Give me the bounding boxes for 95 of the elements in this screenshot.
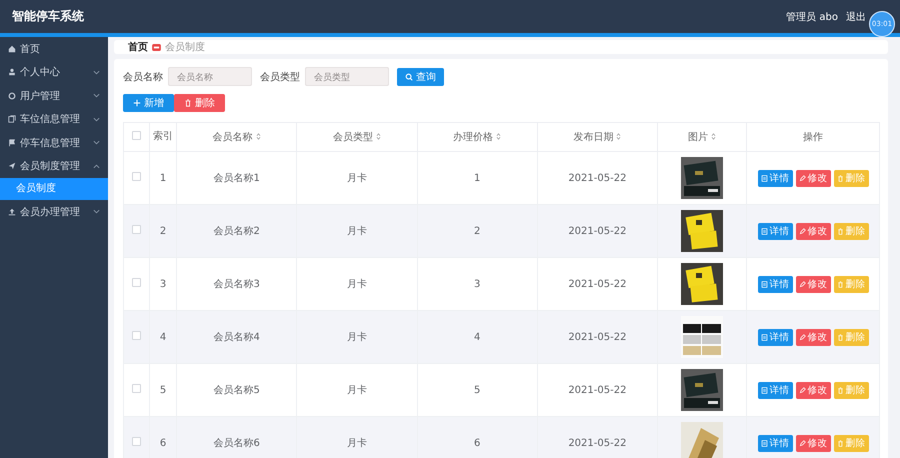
table-cell: 2021-05-22 [537, 310, 658, 364]
pencil-icon [798, 334, 806, 340]
sort-icon [711, 133, 716, 140]
document-icon [760, 228, 768, 234]
column-header[interactable]: 办理价格 [417, 122, 538, 152]
table-cell: 月卡 [296, 416, 417, 458]
sidebar-item[interactable]: 车位信息管理 [0, 108, 108, 131]
detail-button[interactable]: 详情 [758, 382, 792, 398]
table-cell: 月卡 [296, 310, 417, 364]
pencil-icon [798, 280, 806, 288]
edit-button[interactable]: 修改 [796, 328, 830, 346]
edit-button[interactable]: 修改 [796, 170, 830, 186]
separator-icon [152, 44, 161, 50]
column-header[interactable]: 发布日期 [537, 122, 658, 152]
sidebar-item[interactable]: 用户管理 [0, 84, 108, 108]
delete-button[interactable]: 删除 [174, 94, 225, 112]
table-cell: 会员名称6 [176, 416, 297, 458]
table-cell: 2021-05-22 [537, 204, 658, 258]
edit-button[interactable]: 修改 [796, 222, 830, 240]
trash-icon [836, 174, 844, 182]
search-field[interactable]: 会员类型 [305, 67, 389, 86]
send-icon [8, 162, 16, 170]
search-field[interactable]: 会员名称 [168, 67, 252, 86]
pencil-icon [798, 228, 806, 234]
plus-icon [133, 99, 141, 107]
copy-icon [8, 115, 16, 124]
row-checkbox[interactable] [132, 278, 141, 287]
pencil-icon [798, 386, 806, 394]
sidebar-item[interactable]: 首页 [0, 37, 108, 60]
row-checkbox[interactable] [132, 331, 141, 340]
edit-button[interactable]: 修改 [796, 276, 830, 292]
search-button[interactable]: 查询 [397, 68, 444, 86]
logout-link[interactable]: 退出 [846, 10, 866, 24]
table-cell: 2 [417, 204, 538, 258]
row-checkbox[interactable] [132, 172, 141, 181]
detail-button[interactable]: 详情 [758, 170, 792, 186]
document-icon [760, 334, 768, 340]
table-cell: 2021-05-22 [537, 416, 658, 458]
detail-button[interactable]: 详情 [758, 328, 792, 346]
gear-icon [8, 92, 16, 100]
detail-button[interactable]: 详情 [758, 434, 792, 452]
flag-icon [8, 138, 16, 147]
trash-icon [836, 228, 844, 234]
person-icon [8, 68, 16, 76]
table-cell: 会员名称2 [176, 204, 297, 258]
document-icon [760, 440, 768, 446]
user-name: 管理员 abo [786, 10, 838, 24]
sidebar-item[interactable]: 停车信息管理 [0, 131, 108, 154]
column-header[interactable]: 会员名称 [176, 122, 297, 152]
trash-icon [836, 386, 844, 394]
sort-icon [376, 133, 381, 140]
pencil-icon [798, 440, 806, 446]
column-header[interactable]: 图片 [658, 122, 746, 152]
breadcrumb-link[interactable]: 会员制度 [165, 40, 205, 54]
column-header: 操作 [746, 122, 880, 152]
sort-icon [256, 133, 261, 140]
add-button[interactable]: 新增 [123, 94, 174, 112]
sidebar-item[interactable]: 会员制度管理 [0, 154, 108, 178]
trash-icon [184, 99, 192, 107]
breadcrumb-link[interactable]: 首页 [128, 40, 148, 54]
sort-icon [616, 133, 622, 140]
document-icon [760, 280, 768, 288]
row-checkbox[interactable] [132, 225, 141, 234]
table-cell: 6 [417, 416, 538, 458]
sidebar-item[interactable]: 会员办理管理 [0, 200, 108, 224]
edit-button[interactable]: 修改 [796, 434, 830, 452]
trash-icon [836, 334, 844, 340]
app-title: 智能停车系统 [12, 8, 85, 25]
sidebar-item[interactable]: 个人中心 [0, 60, 108, 84]
document-icon [760, 174, 768, 182]
search-icon [405, 72, 413, 80]
edit-button[interactable]: 修改 [796, 382, 830, 398]
row-checkbox[interactable] [132, 384, 141, 393]
sort-icon [496, 133, 502, 140]
detail-button[interactable]: 详情 [758, 222, 792, 240]
row-checkbox[interactable] [132, 437, 141, 446]
field-label: 会员名称 [123, 70, 163, 84]
home-icon [8, 44, 16, 53]
field-label: 会员类型 [260, 70, 300, 84]
detail-button[interactable]: 详情 [758, 276, 792, 292]
document-icon [760, 386, 768, 394]
table-cell: 4 [150, 310, 176, 364]
table-cell: 2 [150, 204, 176, 258]
trash-icon [836, 440, 844, 446]
column-header: 索引 [150, 122, 176, 152]
table-cell: 会员名称4 [176, 310, 297, 364]
select-all-checkbox[interactable] [132, 131, 141, 140]
trash-icon [836, 280, 844, 288]
column-header[interactable]: 会员类型 [296, 122, 417, 152]
pencil-icon [798, 174, 806, 182]
table-cell: 4 [417, 310, 538, 364]
table-cell: 6 [150, 416, 176, 458]
table-cell: 月卡 [296, 204, 417, 258]
upload-icon [8, 208, 16, 216]
submenu-item[interactable]: 会员制度 [0, 178, 108, 200]
